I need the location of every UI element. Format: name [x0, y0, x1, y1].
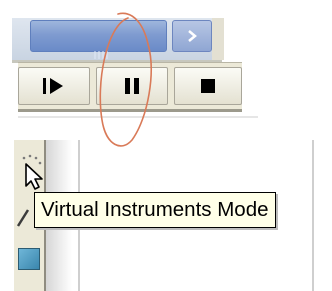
transport-toolbar: [18, 62, 242, 112]
play-step-icon: [43, 78, 63, 94]
chevron-right-icon: [188, 30, 197, 42]
grid-line: [312, 140, 314, 291]
scroll-right-button[interactable]: [172, 20, 212, 52]
grip-icon: [94, 51, 108, 59]
scrollbar-end-cap: [212, 18, 224, 60]
divider: [18, 116, 258, 118]
selector-tool-button[interactable]: [18, 152, 46, 192]
pause-button[interactable]: [96, 67, 168, 105]
wire-tool-icon[interactable]: [16, 206, 32, 228]
tooltip: Virtual Instruments Mode: [34, 192, 276, 228]
tool-palette-fragment: Virtual Instruments Mode: [0, 140, 332, 291]
scrollbar-thumb[interactable]: [30, 20, 167, 59]
arrow-cursor-icon: [22, 154, 43, 190]
stop-button[interactable]: [174, 67, 242, 105]
simulation-toolbar-fragment: [0, 0, 332, 130]
color-swatch-icon[interactable]: [18, 248, 40, 270]
pause-icon: [125, 78, 139, 94]
stop-icon: [201, 79, 215, 93]
play-button[interactable]: [18, 67, 90, 105]
